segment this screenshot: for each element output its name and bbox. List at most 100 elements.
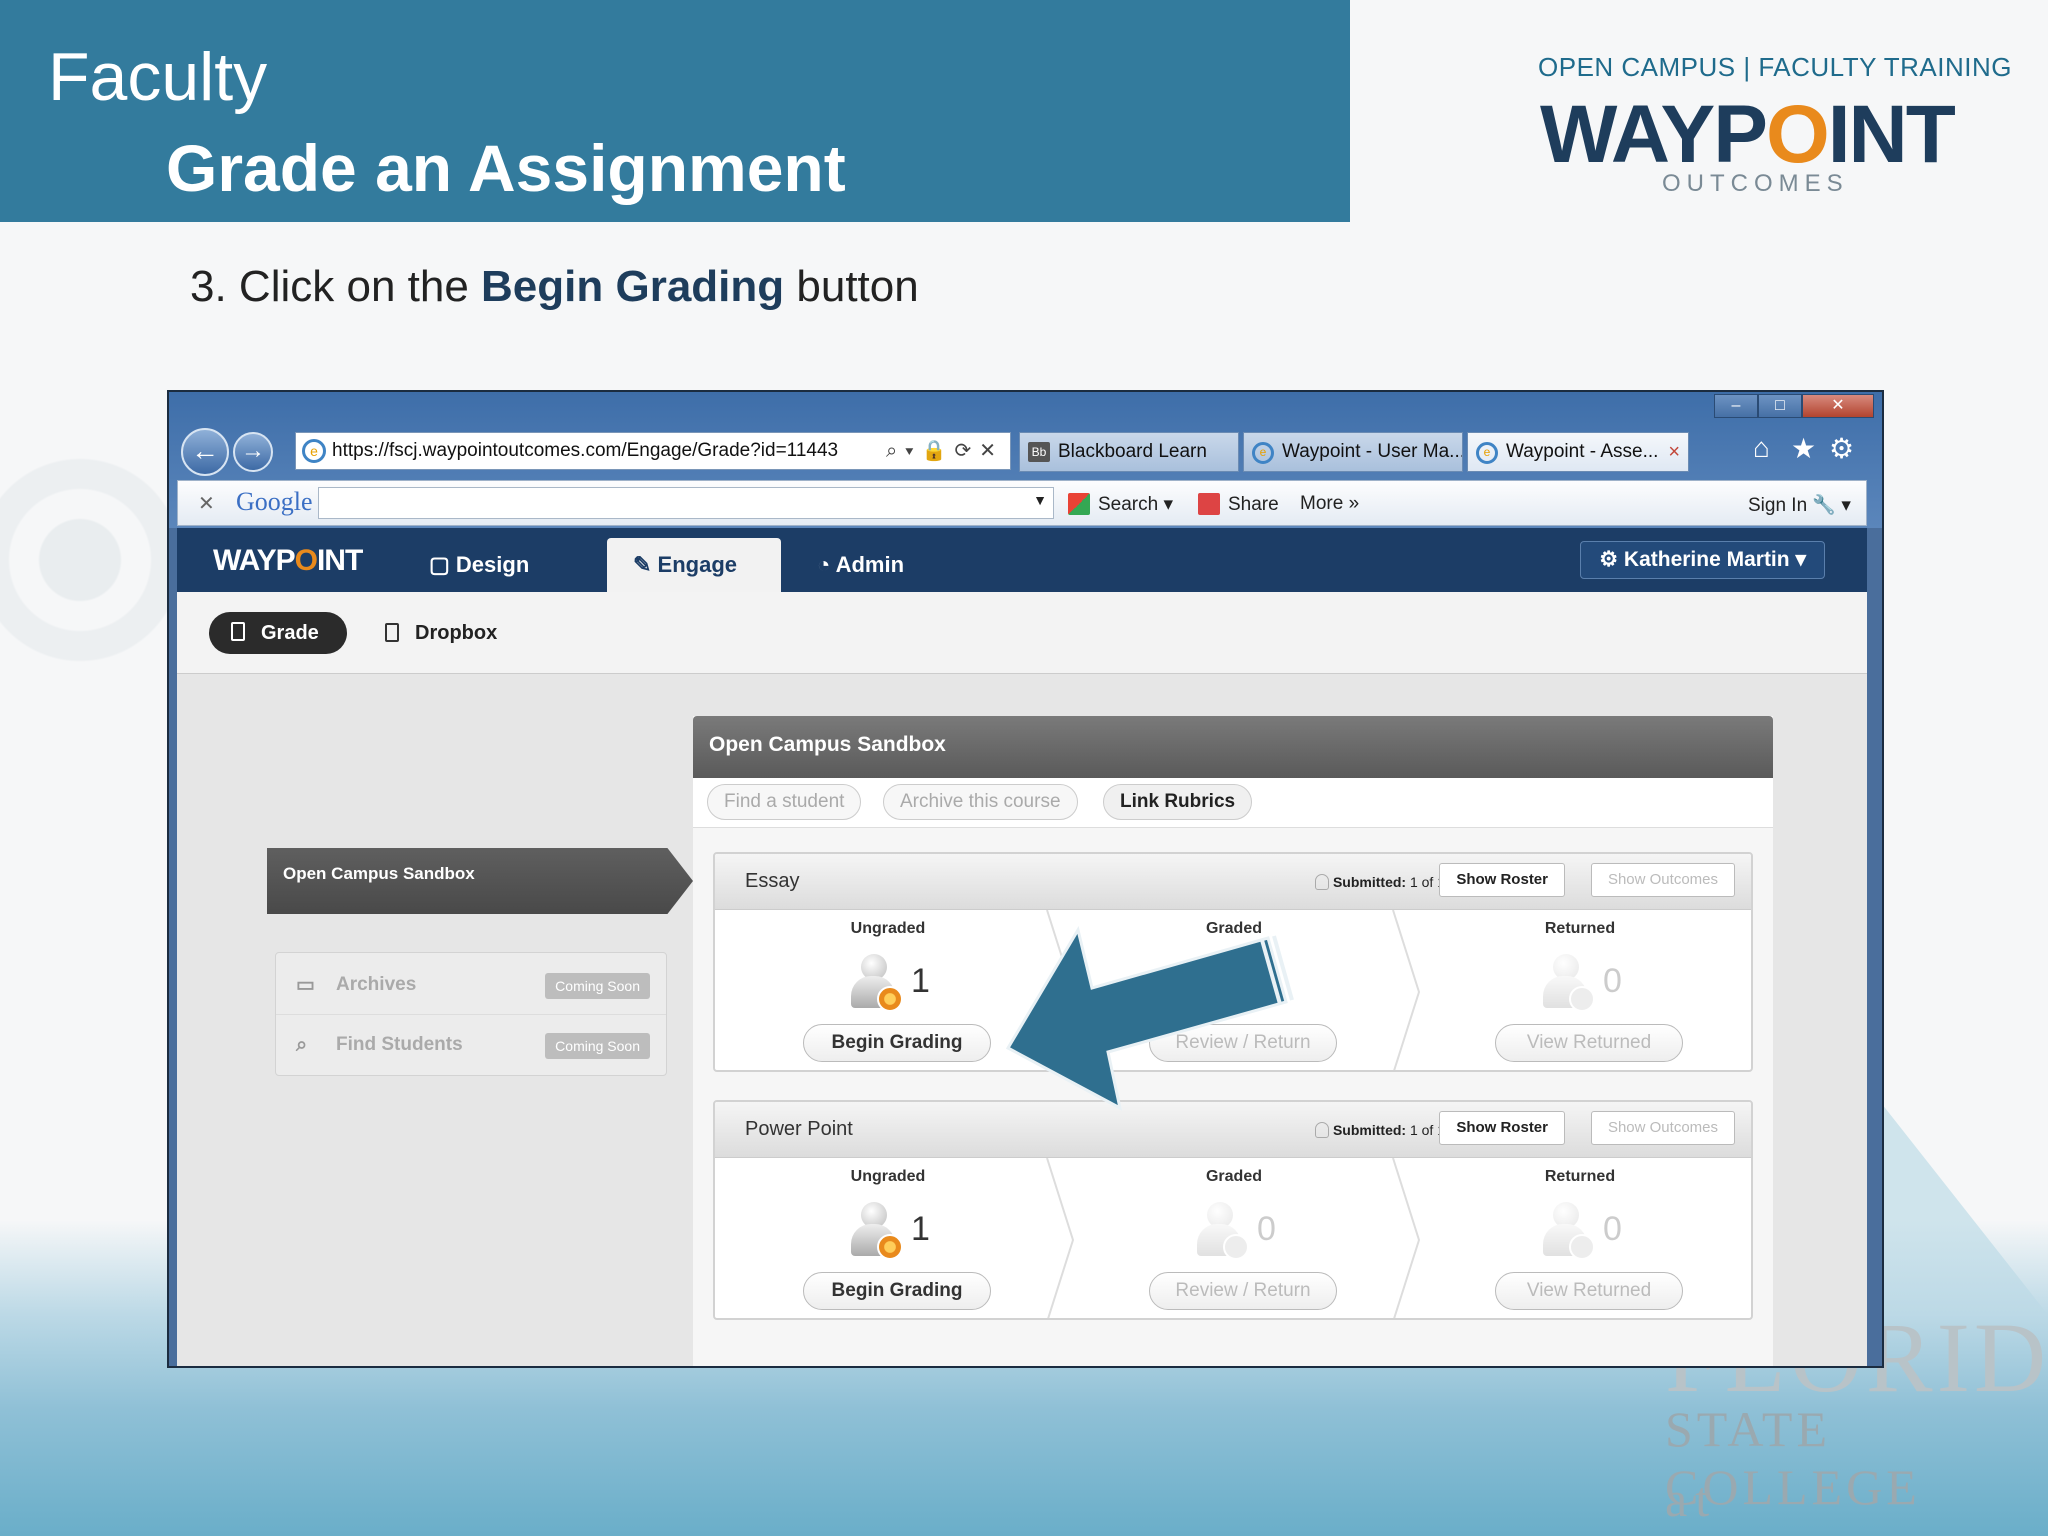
assignment-name: Essay (745, 870, 800, 892)
browser-chrome: – □ ✕ ← → e https://fscj.waypointoutcome… (169, 392, 1882, 528)
section-title: Faculty (48, 39, 268, 115)
column-label: Returned (1544, 920, 1616, 937)
google-toolbar: ✕ Google ▼ Search ▾ Share More » Sign In… (177, 480, 1867, 526)
app-top-nav: WAYPOINT ▢ Design ✎ Engage ◔ Admin ⚙ Kat… (177, 528, 1867, 592)
person-icon (1314, 874, 1329, 890)
ungraded-count: 1 (911, 1210, 930, 1248)
google-search-input[interactable]: ▼ (318, 487, 1054, 519)
search-icon: ⌕ (296, 1034, 308, 1056)
submitted-count: Submitted: 1 of 1 (1314, 874, 1445, 890)
graded-column: Graded 0 Review / Return (1061, 1158, 1407, 1318)
address-bar[interactable]: e https://fscj.waypointoutcomes.com/Enga… (295, 432, 1011, 470)
subnav-dropbox[interactable]: Dropbox (385, 622, 497, 645)
column-label: Returned (1544, 1168, 1616, 1185)
tab-label: Blackboard Learn (1058, 441, 1207, 462)
course-selector[interactable]: Open Campus Sandbox (267, 848, 693, 914)
coming-soon-badge: Coming Soon (545, 973, 650, 999)
view-returned-button[interactable]: View Returned (1495, 1272, 1683, 1310)
address-tools-icon[interactable]: ⌕▾🔒⟳✕ (886, 433, 1004, 469)
college-watermark-line3: at Jacksonville (1665, 1471, 2000, 1536)
close-tab-icon[interactable]: × (1668, 433, 1680, 471)
share-icon (1198, 493, 1220, 515)
review-return-button[interactable]: Review / Return (1149, 1272, 1337, 1310)
tab-waypoint-assess[interactable]: e Waypoint - Asse... × (1467, 432, 1689, 472)
title-bar: Faculty Grade an Assignment (0, 0, 1350, 222)
app-logo: WAYPOINT (213, 544, 363, 577)
favorites-star-icon[interactable]: ★ (1791, 432, 1816, 465)
menu-design[interactable]: ▢ Design (403, 538, 555, 592)
ie-icon: e (1476, 442, 1498, 464)
ungraded-count: 1 (911, 962, 930, 1000)
menu-engage[interactable]: ✎ Engage (607, 538, 781, 592)
graded-count: 0 (1257, 1210, 1276, 1248)
find-students-item[interactable]: ⌕ Find Students Coming Soon (276, 1015, 666, 1075)
chevron-divider (1392, 1158, 1421, 1318)
share-button[interactable]: Share (1198, 493, 1279, 516)
settings-gear-icon[interactable]: ⚙ (1829, 432, 1854, 465)
assignment-card-power-point: Power Point Submitted: 1 of 1 Show Roste… (713, 1100, 1753, 1320)
begin-grading-button[interactable]: Begin Grading (803, 1024, 991, 1062)
returned-count: 0 (1603, 962, 1622, 1000)
close-toolbar-icon[interactable]: ✕ (198, 491, 215, 516)
returned-user-icon (1543, 954, 1595, 1012)
begin-grading-button[interactable]: Begin Grading (803, 1272, 991, 1310)
chevron-divider (1392, 910, 1421, 1070)
ie-icon: e (1252, 442, 1274, 464)
show-roster-button[interactable]: Show Roster (1439, 1111, 1565, 1145)
returned-column: Returned 0 View Returned (1407, 1158, 1751, 1318)
google-logo: Google (236, 487, 313, 516)
user-menu[interactable]: ⚙ Katherine Martin ▾ (1580, 541, 1825, 579)
tab-blackboard[interactable]: Bb Blackboard Learn (1019, 432, 1239, 472)
brand-tagline: OPEN CAMPUS | FACULTY TRAINING (1538, 52, 2012, 82)
show-roster-button[interactable]: Show Roster (1439, 863, 1565, 897)
ie-icon: e (302, 439, 326, 463)
link-rubrics-button[interactable]: Link Rubrics (1103, 784, 1253, 820)
returned-user-icon (1543, 1202, 1595, 1260)
returned-count: 0 (1603, 1210, 1622, 1248)
coming-soon-badge: Coming Soon (545, 1033, 650, 1059)
back-button[interactable]: ← (181, 428, 229, 476)
person-icon (1314, 1122, 1329, 1138)
close-window-button[interactable]: ✕ (1802, 394, 1874, 418)
waypoint-logo: WAYPOINT (1540, 89, 1956, 180)
sign-in-button[interactable]: Sign In 🔧 ▾ (1748, 493, 1851, 517)
panel-actions: Find a student Archive this course Link … (693, 778, 1773, 828)
document-icon (231, 622, 245, 641)
sub-nav: Grade Dropbox (177, 592, 1867, 674)
url-text: https://fscj.waypointoutcomes.com/Engage… (332, 440, 839, 461)
show-outcomes-button[interactable]: Show Outcomes (1590, 1111, 1735, 1145)
chevron-divider (1046, 1158, 1075, 1318)
ungraded-user-icon (851, 954, 903, 1012)
forward-button[interactable]: → (233, 432, 273, 472)
menu-admin[interactable]: ◔ Admin (791, 538, 930, 592)
waypoint-logo-sub: OUTCOMES (1662, 170, 1849, 197)
panel-title: Open Campus Sandbox (693, 716, 1773, 778)
tab-label: Waypoint - Asse... (1506, 441, 1659, 462)
subnav-grade[interactable]: Grade (209, 612, 347, 654)
left-tools: ▭ Archives Coming Soon ⌕ Find Students C… (275, 952, 667, 1076)
returned-column: Returned 0 View Returned (1407, 910, 1751, 1070)
pointer-arrow-icon (1005, 926, 1294, 1111)
ungraded-user-icon (851, 1202, 903, 1260)
find-student-button[interactable]: Find a student (707, 784, 862, 820)
submitted-count: Submitted: 1 of 1 (1314, 1122, 1445, 1138)
assignment-name: Power Point (745, 1118, 853, 1140)
folder-icon: ▭ (296, 974, 315, 996)
column-label: Graded (1205, 1168, 1262, 1185)
minimize-button[interactable]: – (1714, 394, 1758, 418)
browser-screenshot: – □ ✕ ← → e https://fscj.waypointoutcome… (167, 390, 1884, 1368)
show-outcomes-button[interactable]: Show Outcomes (1590, 863, 1735, 897)
dropdown-arrow-icon[interactable]: ▼ (1033, 492, 1047, 508)
view-returned-button[interactable]: View Returned (1495, 1024, 1683, 1062)
maximize-button[interactable]: □ (1758, 394, 1802, 418)
search-icon (1068, 493, 1090, 515)
step-instruction: 3. Click on the Begin Grading button (190, 262, 919, 311)
archive-course-button[interactable]: Archive this course (883, 784, 1078, 820)
google-search-button[interactable]: Search ▾ (1068, 493, 1173, 516)
column-label: Ungraded (850, 1168, 926, 1185)
home-icon[interactable]: ⌂ (1753, 432, 1770, 464)
archives-item[interactable]: ▭ Archives Coming Soon (276, 955, 666, 1015)
tab-waypoint-user[interactable]: e Waypoint - User Ma... (1243, 432, 1463, 472)
more-button[interactable]: More » (1300, 493, 1359, 515)
blackboard-icon: Bb (1028, 442, 1050, 462)
